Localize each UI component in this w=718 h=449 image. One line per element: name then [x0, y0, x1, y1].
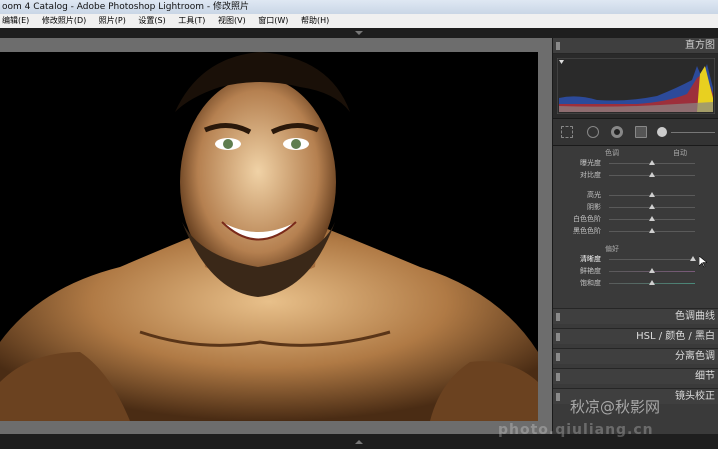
- watermark-url: photo.qiuliang.cn: [498, 422, 654, 438]
- vibrance-label: 鲜艳度: [580, 267, 601, 275]
- panel-marker-icon: [556, 353, 560, 361]
- panel-marker-icon: [556, 42, 560, 50]
- menu-window[interactable]: 窗口(W): [258, 14, 288, 28]
- detail-header[interactable]: 细节: [553, 368, 718, 384]
- detail-title: 细节: [695, 371, 715, 382]
- shadows-knob[interactable]: [649, 204, 655, 209]
- panel-marker-icon: [556, 313, 560, 321]
- highlights-knob[interactable]: [649, 192, 655, 197]
- tool-strip: [553, 119, 718, 146]
- split-toning-title: 分离色调: [675, 351, 715, 362]
- exposure-slider[interactable]: 曝光度: [553, 158, 718, 168]
- hsl-title: HSL / 颜色 / 黑白: [636, 331, 715, 342]
- right-panel: 直方图 色调 自动 曝光度 对比度 高光 阴影 白色色阶 黑色色阶 偏好 清晰度…: [552, 38, 718, 434]
- hsl-header[interactable]: HSL / 颜色 / 黑白: [553, 328, 718, 344]
- vibrance-knob[interactable]: [649, 268, 655, 273]
- whites-label: 白色色阶: [573, 215, 601, 223]
- menu-bar: 编辑(E) 修改照片(D) 照片(P) 设置(S) 工具(T) 视图(V) 窗口…: [0, 14, 718, 29]
- photo-viewer: [0, 38, 552, 434]
- red-eye-icon[interactable]: [611, 126, 623, 138]
- exposure-label: 曝光度: [580, 159, 601, 167]
- whites-knob[interactable]: [649, 216, 655, 221]
- saturation-label: 饱和度: [580, 279, 601, 287]
- highlights-slider[interactable]: 高光: [553, 190, 718, 200]
- auto-tone-button[interactable]: 自动: [673, 148, 687, 158]
- blacks-label: 黑色色阶: [573, 227, 601, 235]
- panel-marker-icon: [556, 373, 560, 381]
- portrait-image: [0, 52, 538, 421]
- tone-label: 色调: [605, 149, 619, 157]
- spot-removal-icon[interactable]: [587, 126, 599, 138]
- collapse-bottom-icon[interactable]: [355, 440, 363, 444]
- menu-develop[interactable]: 修改照片(D): [42, 14, 86, 28]
- window-title: oom 4 Catalog - Adobe Photoshop Lightroo…: [0, 0, 718, 14]
- menu-edit[interactable]: 编辑(E): [2, 14, 29, 28]
- shadows-slider[interactable]: 阴影: [553, 202, 718, 212]
- clarity-slider[interactable]: 清晰度: [553, 254, 718, 264]
- lens-corrections-title: 镜头校正: [675, 391, 715, 402]
- shadows-label: 阴影: [587, 203, 601, 211]
- histogram[interactable]: [553, 54, 718, 119]
- collapse-top-icon[interactable]: [355, 31, 363, 35]
- highlights-label: 高光: [587, 191, 601, 199]
- crop-tool-icon[interactable]: [561, 126, 573, 138]
- menu-view[interactable]: 视图(V): [218, 14, 246, 28]
- menu-tools[interactable]: 工具(T): [178, 14, 205, 28]
- adjustment-brush-icon[interactable]: [657, 127, 667, 137]
- vibrance-slider[interactable]: 鲜艳度: [553, 266, 718, 276]
- clarity-label: 清晰度: [580, 255, 601, 263]
- saturation-knob[interactable]: [649, 280, 655, 285]
- saturation-slider[interactable]: 饱和度: [553, 278, 718, 288]
- exposure-knob[interactable]: [649, 160, 655, 165]
- menu-photo[interactable]: 照片(P): [99, 14, 126, 28]
- contrast-knob[interactable]: [649, 172, 655, 177]
- split-toning-header[interactable]: 分离色调: [553, 348, 718, 364]
- clarity-track[interactable]: [609, 259, 695, 260]
- blacks-slider[interactable]: 黑色色阶: [553, 226, 718, 236]
- histogram-header[interactable]: 直方图: [553, 38, 718, 54]
- histogram-graph: [557, 58, 715, 114]
- presence-label: 偏好: [605, 245, 619, 253]
- tone-curve-title: 色调曲线: [675, 311, 715, 322]
- clarity-knob[interactable]: [690, 256, 697, 261]
- contrast-label: 对比度: [580, 171, 601, 179]
- tone-curve-header[interactable]: 色调曲线: [553, 308, 718, 324]
- watermark-text: 秋凉@秋影网: [570, 398, 661, 416]
- brush-slider-track[interactable]: [671, 132, 715, 133]
- graduated-filter-icon[interactable]: [635, 126, 647, 138]
- whites-slider[interactable]: 白色色阶: [553, 214, 718, 224]
- contrast-slider[interactable]: 对比度: [553, 170, 718, 180]
- menu-help[interactable]: 帮助(H): [301, 14, 329, 28]
- photo-canvas[interactable]: [0, 52, 538, 421]
- panel-marker-icon: [556, 333, 560, 341]
- menu-settings[interactable]: 设置(S): [138, 14, 165, 28]
- panel-marker-icon: [556, 393, 560, 401]
- top-panel-strip[interactable]: [0, 28, 718, 38]
- histogram-title: 直方图: [685, 40, 715, 51]
- blacks-knob[interactable]: [649, 228, 655, 233]
- mouse-cursor-icon: [699, 256, 707, 268]
